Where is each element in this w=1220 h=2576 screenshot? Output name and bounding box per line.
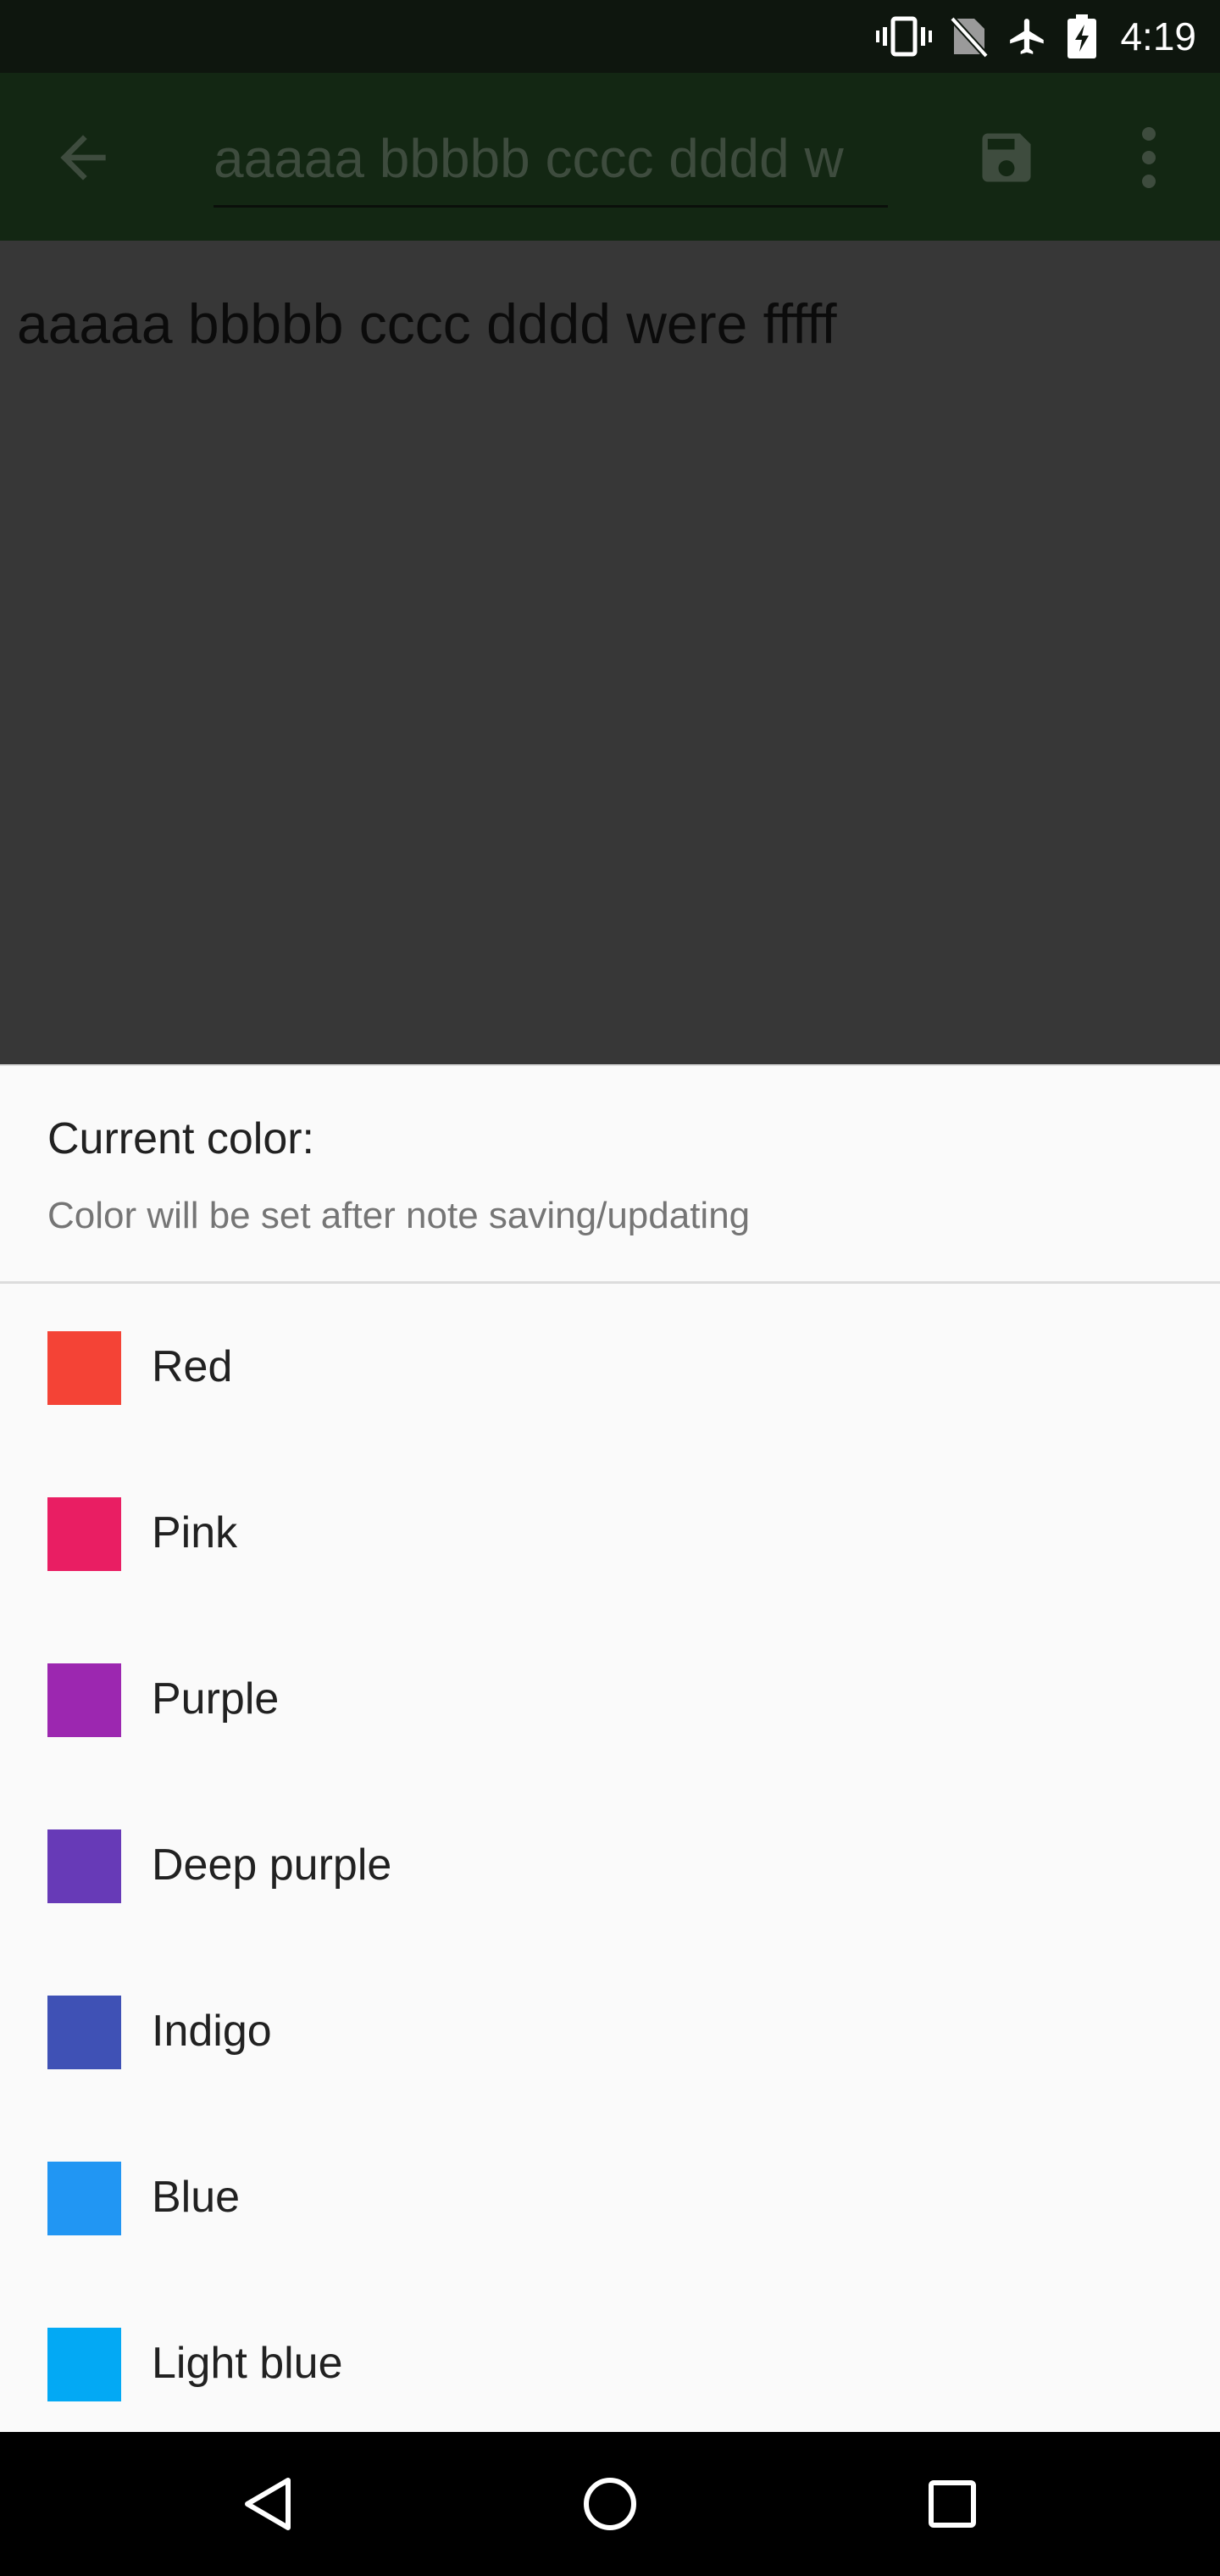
color-label: Purple — [152, 1674, 280, 1724]
color-picker-sheet: Current color: Color will be set after n… — [0, 1064, 1220, 2434]
color-item-red[interactable]: Red — [0, 1284, 1220, 1450]
recents-square-icon[interactable] — [868, 2432, 1037, 2576]
color-swatch — [47, 1497, 121, 1571]
color-label: Blue — [152, 2173, 241, 2222]
back-triangle-icon[interactable] — [183, 2432, 352, 2576]
color-item-deep-purple[interactable]: Deep purple — [0, 1782, 1220, 1948]
airplane-icon — [1006, 15, 1049, 58]
sheet-subtitle: Color will be set after note saving/upda… — [47, 1195, 751, 1236]
color-label: Red — [152, 1342, 233, 1391]
color-label: Indigo — [152, 2007, 272, 2056]
color-item-indigo[interactable]: Indigo — [0, 1948, 1220, 2114]
battery-charging-icon — [1068, 14, 1097, 58]
color-label: Light blue — [152, 2339, 343, 2388]
save-icon[interactable] — [974, 125, 1039, 190]
toolbar: aaaaa bbbbb cccc dddd w — [0, 73, 1220, 241]
color-swatch — [47, 1829, 121, 1903]
no-sim-icon — [951, 15, 989, 58]
note-text: aaaaa bbbbb cccc dddd were fffff — [17, 292, 837, 355]
color-swatch — [47, 1663, 121, 1737]
color-item-light-blue[interactable]: Light blue — [0, 2280, 1220, 2434]
note-content-area[interactable]: aaaaa bbbbb cccc dddd were fffff — [0, 241, 1220, 1064]
note-title-input[interactable]: aaaaa bbbbb cccc dddd w — [214, 112, 888, 208]
home-circle-icon[interactable] — [525, 2432, 695, 2576]
color-swatch — [47, 1996, 121, 2069]
status-bar: 4:19 — [0, 0, 1220, 73]
navigation-bar — [0, 2432, 1220, 2576]
more-vert-icon[interactable] — [1132, 124, 1166, 192]
vibrate-icon — [876, 15, 933, 58]
arrow-back-icon[interactable] — [49, 124, 117, 192]
color-list: Red Pink Purple Deep purple Indigo Blue … — [0, 1284, 1220, 2434]
color-item-purple[interactable]: Purple — [0, 1616, 1220, 1782]
color-swatch — [47, 1331, 121, 1405]
color-swatch — [47, 2328, 121, 2401]
color-swatch — [47, 2162, 121, 2235]
color-item-pink[interactable]: Pink — [0, 1450, 1220, 1616]
color-label: Deep purple — [152, 1840, 392, 1890]
color-label: Pink — [152, 1508, 238, 1557]
sheet-title: Current color: — [47, 1114, 314, 1163]
status-time: 4:19 — [1120, 14, 1196, 58]
color-item-blue[interactable]: Blue — [0, 2114, 1220, 2280]
